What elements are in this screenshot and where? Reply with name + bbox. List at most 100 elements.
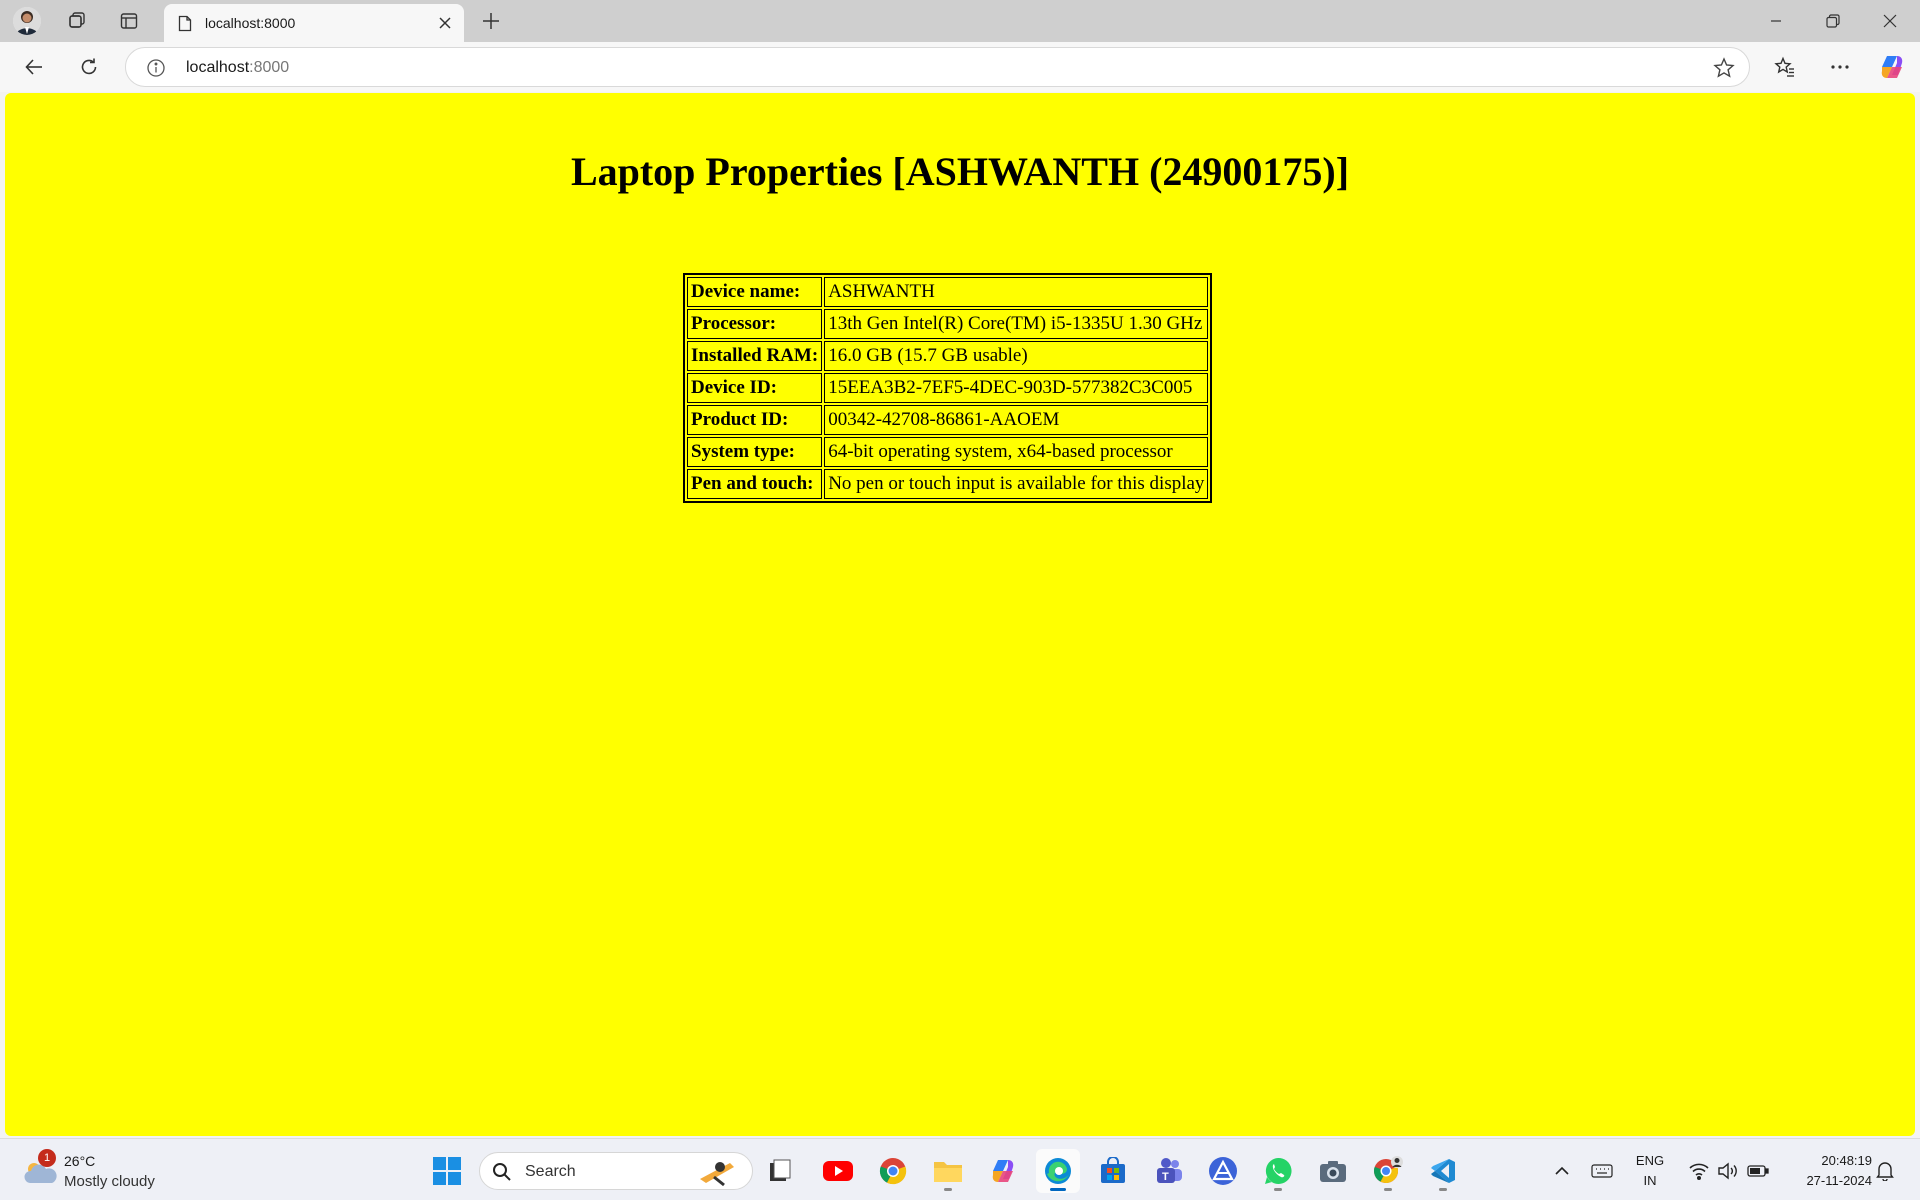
clock[interactable]: 20:48:19 27-11-2024	[1776, 1151, 1872, 1191]
tab-title: localhost:8000	[205, 15, 296, 31]
profile-button[interactable]	[10, 6, 44, 36]
property-row: Processor: 13th Gen Intel(R) Core(TM) i5-…	[687, 309, 1209, 339]
taskbar-app-chrome[interactable]	[871, 1149, 915, 1193]
refresh-icon[interactable]	[71, 50, 107, 84]
svg-text:T: T	[1162, 1171, 1169, 1183]
vscode-icon	[1431, 1159, 1455, 1183]
minimize-icon[interactable]	[1748, 0, 1804, 42]
taskbar: 1 26°C Mostly cloudy Search T ENG IN 20:…	[0, 1138, 1920, 1200]
taskbar-app-copilot[interactable]	[981, 1149, 1025, 1193]
property-label: Processor:	[687, 309, 823, 339]
chrome-icon	[879, 1158, 907, 1185]
clock-date: 27-11-2024	[1806, 1173, 1872, 1188]
property-row: Product ID: 00342-42708-86861-AAOEM	[687, 405, 1209, 435]
camera-icon	[1320, 1161, 1346, 1182]
properties-table: Device name: ASHWANTH Processor: 13th Gen I…	[683, 273, 1213, 503]
search-placeholder: Search	[525, 1163, 576, 1180]
taskbar-app-youtube[interactable]	[816, 1149, 860, 1193]
taskbar-app-edge[interactable]	[1036, 1149, 1080, 1193]
property-row: System type: 64-bit operating system, x64…	[687, 437, 1209, 467]
property-value: 16.0 GB (15.7 GB usable)	[824, 341, 1209, 371]
edge-icon	[1045, 1158, 1071, 1184]
taskbar-app-whatsapp[interactable]	[1256, 1149, 1300, 1193]
property-value: No pen or touch input is available for t…	[824, 469, 1209, 499]
volume-icon[interactable]	[1714, 1149, 1742, 1193]
more-options-icon[interactable]	[1822, 50, 1858, 84]
weather-condition: Mostly cloudy	[64, 1173, 155, 1190]
windows-logo-icon	[433, 1157, 461, 1185]
affinity-icon	[1209, 1157, 1237, 1185]
url-port: :8000	[249, 59, 290, 76]
region-code: IN	[1643, 1173, 1657, 1188]
weather-temperature: 26°C	[64, 1153, 96, 1169]
clock-time: 20:48:19	[1821, 1153, 1872, 1168]
property-value: 00342-42708-86861-AAOEM	[824, 405, 1209, 435]
property-label: Pen and touch:	[687, 469, 823, 499]
property-value: 64-bit operating system, x64-based proce…	[824, 437, 1209, 467]
url-text: localhost:8000	[186, 59, 289, 77]
url-host: localhost	[186, 59, 250, 76]
browser-tab-strip: localhost:8000	[0, 0, 1920, 42]
copilot-app-icon	[992, 1160, 1014, 1182]
close-tab-icon[interactable]	[434, 12, 456, 34]
show-hidden-icons-chevron-icon[interactable]	[1548, 1149, 1576, 1193]
property-row: Device name: ASHWANTH	[687, 277, 1209, 307]
taskbar-app-chrome-profile[interactable]	[1366, 1149, 1410, 1193]
page-favicon-icon	[178, 15, 192, 37]
weather-badge: 1	[38, 1149, 56, 1167]
page-viewport: Laptop Properties [ASHWANTH (24900175)] …	[5, 93, 1915, 1136]
touch-keyboard-icon[interactable]	[1586, 1149, 1618, 1193]
taskbar-app-camera[interactable]	[1311, 1149, 1355, 1193]
file-manager-icon	[770, 1159, 791, 1181]
workspaces-icon[interactable]	[60, 6, 94, 36]
vertical-tabs-icon[interactable]	[112, 6, 146, 36]
site-info-icon[interactable]	[146, 58, 166, 83]
youtube-icon	[823, 1161, 853, 1181]
property-row: Installed RAM: 16.0 GB (15.7 GB usable)	[687, 341, 1209, 371]
taskbar-app-affinity[interactable]	[1201, 1149, 1245, 1193]
search-icon	[492, 1162, 512, 1187]
taskbar-app-teams[interactable]: T	[1146, 1149, 1190, 1193]
property-label: Device ID:	[687, 373, 823, 403]
taskbar-app-file-explorer[interactable]	[926, 1149, 970, 1193]
new-tab-icon[interactable]	[474, 6, 508, 36]
property-row: Pen and touch: No pen or touch input is a…	[687, 469, 1209, 499]
store-icon	[1101, 1157, 1125, 1183]
favorites-icon[interactable]	[1767, 50, 1803, 84]
favorite-star-icon[interactable]	[1713, 57, 1735, 84]
copilot-icon[interactable]	[1874, 50, 1910, 84]
address-bar[interactable]: localhost:8000	[125, 47, 1750, 87]
taskbar-app-microsoft-store[interactable]	[1091, 1149, 1135, 1193]
back-icon[interactable]	[16, 50, 52, 84]
battery-icon[interactable]	[1744, 1149, 1772, 1193]
start-button[interactable]	[425, 1149, 469, 1193]
running-indicator	[1439, 1188, 1447, 1191]
profile-avatar	[13, 7, 41, 35]
restore-icon[interactable]	[1805, 0, 1861, 42]
property-value: 15EEA3B2-7EF5-4DEC-903D-577382C3C005	[824, 373, 1209, 403]
taskbar-app-file-manager[interactable]	[758, 1149, 802, 1193]
property-label: Device name:	[687, 277, 823, 307]
property-label: Installed RAM:	[687, 341, 823, 371]
whatsapp-icon	[1265, 1157, 1292, 1184]
taskbar-app-vscode[interactable]	[1421, 1149, 1465, 1193]
active-tab[interactable]: localhost:8000	[164, 4, 464, 42]
chrome-profile-icon	[1374, 1156, 1403, 1183]
page-title: Laptop Properties [ASHWANTH (24900175)]	[570, 149, 1350, 194]
folder-icon	[934, 1162, 962, 1182]
input-language[interactable]: ENG IN	[1628, 1151, 1672, 1191]
property-row: Device ID: 15EEA3B2-7EF5-4DEC-903D-577382…	[687, 373, 1209, 403]
running-indicator	[1384, 1188, 1392, 1191]
teams-icon: T	[1157, 1158, 1182, 1183]
browser-toolbar: localhost:8000	[0, 42, 1920, 92]
search-highlight-icon	[696, 1157, 738, 1192]
running-indicator	[1274, 1188, 1282, 1191]
close-window-icon[interactable]	[1862, 0, 1918, 42]
property-label: System type:	[687, 437, 823, 467]
taskbar-search[interactable]: Search	[479, 1152, 753, 1190]
weather-widget[interactable]: 1 26°C Mostly cloudy	[22, 1149, 182, 1193]
notifications-bell-icon[interactable]	[1870, 1149, 1900, 1193]
active-indicator	[1050, 1188, 1066, 1191]
wifi-icon[interactable]	[1684, 1149, 1714, 1193]
language-code: ENG	[1635, 1153, 1665, 1168]
